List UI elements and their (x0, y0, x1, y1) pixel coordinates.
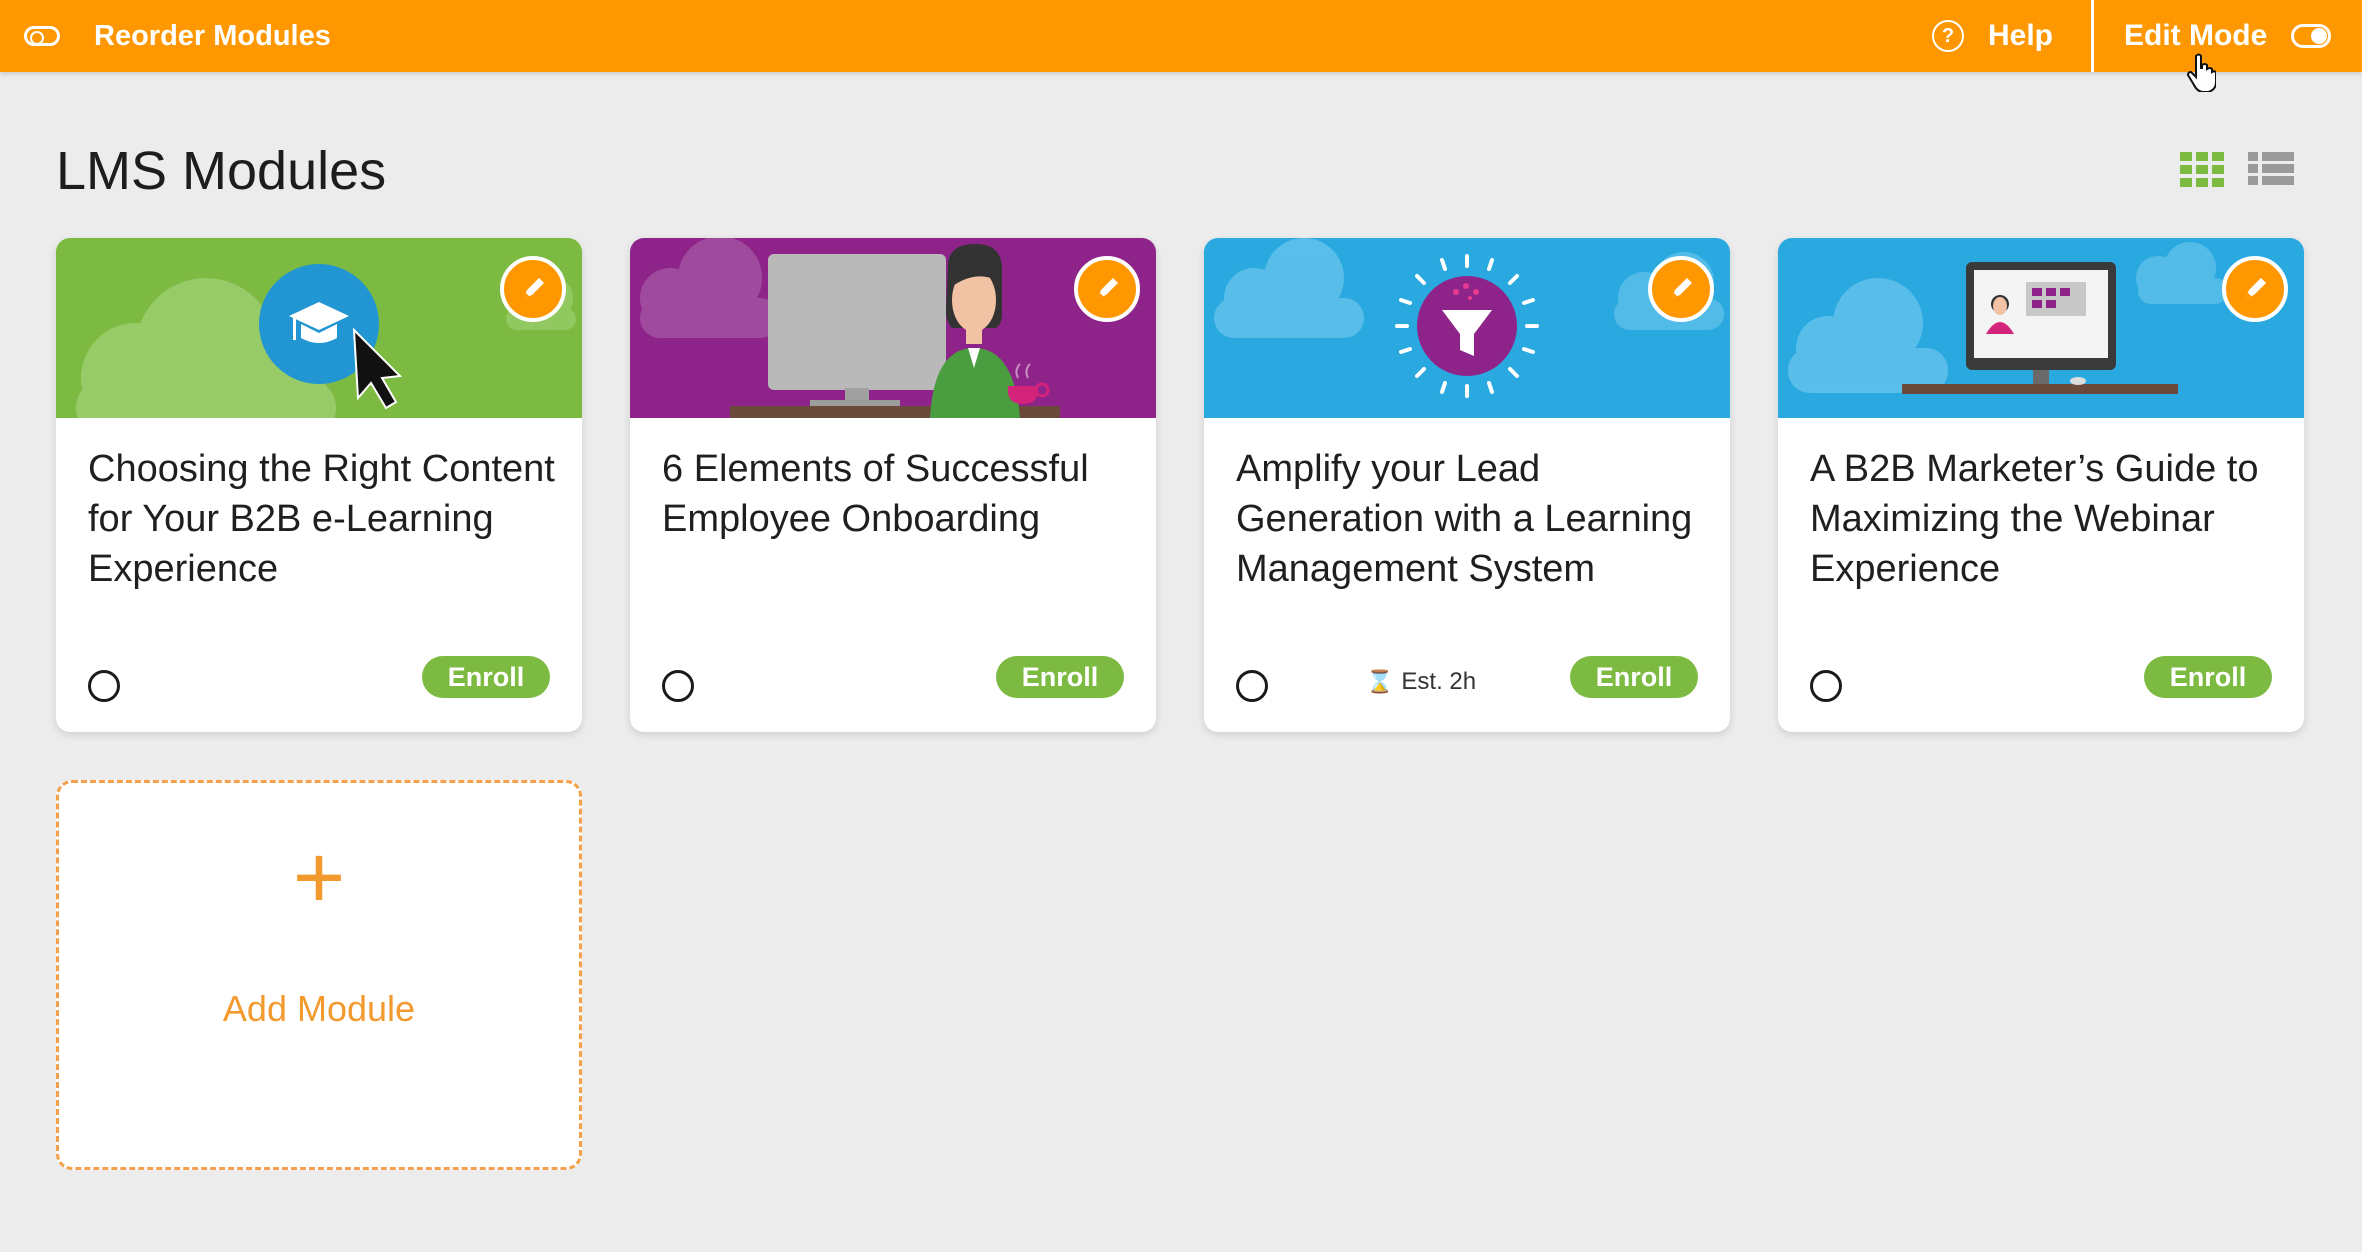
question-circle-icon: ? (1932, 20, 1964, 52)
module-card[interactable]: Choosing the Right Content for Your B2B … (56, 238, 582, 732)
add-module-card[interactable]: + Add Module (56, 780, 582, 1170)
module-card[interactable]: A B2B Marketer’s Guide to Maximizing the… (1778, 238, 2304, 732)
edit-mode-switch[interactable] (2291, 24, 2332, 48)
top-bar: Reorder Modules ? Help Edit Mode (0, 0, 2362, 72)
edit-mode-label: Edit Mode (2124, 19, 2268, 52)
toggle-icon (24, 26, 60, 46)
completion-status-circle[interactable] (1810, 670, 1842, 702)
completion-status-circle[interactable] (1236, 670, 1268, 702)
module-title[interactable]: Amplify your Lead Generation with a Lear… (1236, 444, 1706, 594)
hand-cursor-icon (2186, 53, 2216, 92)
plus-icon: + (292, 828, 346, 928)
module-banner (1778, 238, 2304, 418)
edit-module-button[interactable] (500, 256, 566, 322)
enroll-button[interactable]: Enroll (422, 656, 550, 698)
hourglass-icon: ⌛ (1366, 669, 1394, 694)
module-title[interactable]: Choosing the Right Content for Your B2B … (88, 444, 558, 594)
topbar-divider (2091, 0, 2094, 72)
pencil-icon (524, 278, 544, 298)
reorder-modules-toggle[interactable]: Reorder Modules (24, 0, 331, 72)
help-button[interactable]: ? Help (1932, 0, 2053, 72)
enroll-button[interactable]: Enroll (996, 656, 1124, 698)
module-banner (1204, 238, 1730, 418)
reorder-modules-label: Reorder Modules (94, 19, 331, 52)
edit-module-button[interactable] (1074, 256, 1140, 322)
add-module-label: Add Module (222, 988, 416, 1029)
enroll-button[interactable]: Enroll (2144, 656, 2272, 698)
page-title: LMS Modules (56, 141, 387, 201)
grid-view-icon[interactable] (2180, 152, 2224, 187)
estimate-label: Est. 2h (1401, 668, 1477, 695)
edit-module-button[interactable] (2222, 256, 2288, 322)
module-banner (630, 238, 1156, 418)
module-card[interactable]: Amplify your Lead Generation with a Lear… (1204, 238, 1730, 732)
completion-status-circle[interactable] (662, 670, 694, 702)
module-card[interactable]: 6 Elements of Successful Employee Onboar… (630, 238, 1156, 732)
completion-status-circle[interactable] (88, 670, 120, 702)
edit-mode-toggle[interactable]: Edit Mode (2124, 0, 2332, 72)
pencil-icon (1098, 278, 1118, 298)
edit-module-button[interactable] (1648, 256, 1714, 322)
module-banner (56, 238, 582, 418)
module-title[interactable]: A B2B Marketer’s Guide to Maximizing the… (1810, 444, 2280, 594)
pencil-icon (1672, 278, 1692, 298)
enroll-button[interactable]: Enroll (1570, 656, 1698, 698)
time-estimate: ⌛ Est. 2h (1366, 668, 1476, 696)
list-view-icon[interactable] (2248, 152, 2294, 186)
help-label: Help (1988, 19, 2054, 52)
module-title[interactable]: 6 Elements of Successful Employee Onboar… (662, 444, 1132, 544)
pencil-icon (2246, 278, 2266, 298)
